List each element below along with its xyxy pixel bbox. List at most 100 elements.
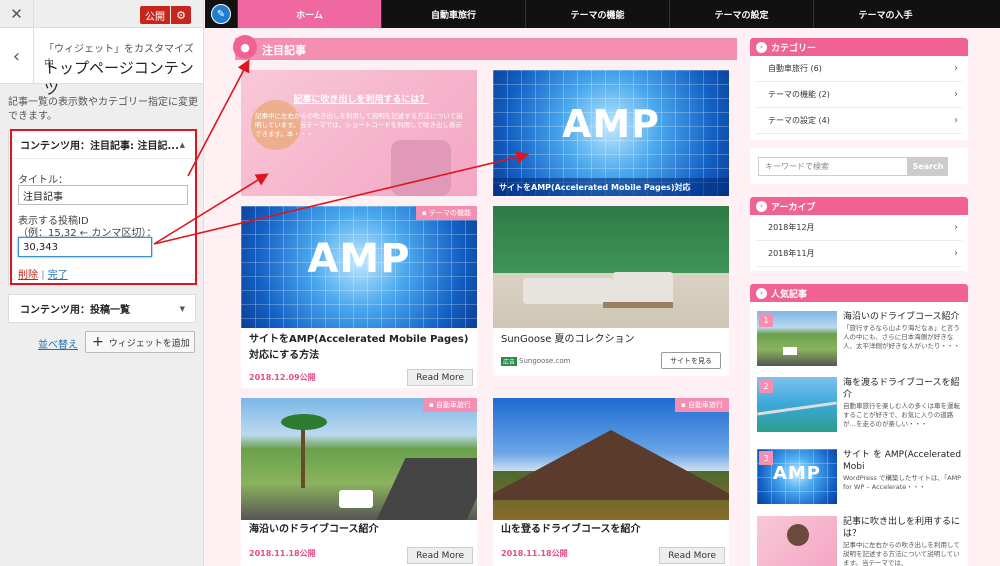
card-title[interactable]: 山を登るドライブコースを紹介 bbox=[501, 522, 641, 538]
popular-item[interactable]: 記事に吹き出しを利用するには？ 記事中に左右からの吹き出しを利用して説明を記述す… bbox=[757, 516, 962, 566]
customizer-panel: ✕ 公開 ⚙ ‹ 「ウィジェット」をカスタマイズ中 トップページコンテンツ 記事… bbox=[0, 0, 204, 566]
category-badge[interactable]: ▪ 自動車旅行 bbox=[423, 398, 477, 412]
site-logo[interactable]: ✎ bbox=[205, 0, 237, 28]
card-title[interactable]: 海沿いのドライブコース紹介 bbox=[249, 522, 379, 538]
archive-item[interactable]: 2018年11月 › bbox=[756, 241, 962, 267]
arrow-circle-icon: › bbox=[756, 287, 767, 299]
archive-label: 2018年12月 bbox=[768, 223, 815, 232]
popular-title: サイト を AMP(Accelerated Mobi bbox=[843, 450, 962, 472]
card-image: 記事に吹き出しを利用するには？ 記事中に左右からの吹き出しを利用して説明を記述す… bbox=[241, 70, 477, 196]
widget-title-bar: › カテゴリー bbox=[750, 38, 968, 56]
section-title: 注目記事 bbox=[262, 44, 306, 57]
section-title-bar: ● 注目記事 bbox=[233, 35, 737, 60]
amp-logo-text: AMP bbox=[561, 102, 661, 146]
ad-tag: 広告 bbox=[501, 357, 518, 366]
card-date: 2018.11.18公開 bbox=[501, 549, 568, 558]
chevron-right-icon: › bbox=[954, 115, 958, 126]
close-icon[interactable]: ✕ bbox=[0, 0, 34, 28]
card-date: 2018.12.09公開 bbox=[249, 373, 316, 382]
card-image bbox=[241, 398, 477, 520]
badge-label: テーマの機能 bbox=[429, 209, 471, 217]
nav-item-theme-features[interactable]: テーマの機能 bbox=[525, 0, 669, 28]
post-card-mountain[interactable]: ▪ 自動車旅行 山を登るドライブコースを紹介 2018.11.18公開 Read… bbox=[493, 398, 729, 566]
archive-widget: › アーカイブ 2018年12月 › 2018年11月 › bbox=[750, 197, 968, 271]
folder-icon: ▪ bbox=[422, 209, 429, 217]
category-badge[interactable]: ▪ テーマの機能 bbox=[416, 206, 477, 220]
featured-card-amp[interactable]: AMP サイトをAMP(Accelerated Mobile Pages)対応 bbox=[493, 70, 729, 196]
rank-badge: 3 bbox=[759, 451, 773, 465]
read-more-button[interactable]: Read More bbox=[659, 547, 725, 564]
card-date: 2018.11.18公開 bbox=[249, 549, 316, 558]
popular-thumb bbox=[757, 516, 837, 566]
category-label: 自動車旅行 (6) bbox=[768, 64, 822, 73]
back-arrow-icon[interactable]: ‹ bbox=[0, 28, 34, 84]
badge-label: 自動車旅行 bbox=[688, 401, 723, 409]
nav-item-get-theme[interactable]: テーマの入手 bbox=[813, 0, 957, 28]
card-image-title: 記事に吹き出しを利用するには？ bbox=[293, 95, 429, 105]
nav-item-home[interactable]: ホーム bbox=[237, 0, 381, 28]
read-more-button[interactable]: Read More bbox=[407, 369, 473, 386]
widget-title: 人気記事 bbox=[771, 289, 808, 300]
featured-card-bubble[interactable]: 記事に吹き出しを利用するには？ 記事中に左右からの吹き出しを利用して説明を記述す… bbox=[241, 70, 477, 196]
site-preview: ✎ ホーム 自動車旅行 テーマの機能 テーマの設定 テーマの入手 ● 注目記事 … bbox=[205, 0, 1000, 566]
chevron-right-icon: › bbox=[954, 248, 958, 259]
search-button[interactable]: Search bbox=[908, 157, 948, 176]
ad-cta-button[interactable]: サイトを見る bbox=[661, 352, 721, 369]
archive-item[interactable]: 2018年12月 › bbox=[756, 215, 962, 241]
pencil-icon: ✎ bbox=[211, 4, 231, 24]
popular-desc: 「旅行するなら山より海だなぁ」と言う人の中にも、さらに日本海側が好きな人、太平洋… bbox=[843, 324, 960, 350]
rank-badge: 1 bbox=[759, 313, 773, 327]
category-item[interactable]: 自動車旅行 (6) › bbox=[756, 56, 962, 82]
category-label: テーマの設定 (4) bbox=[768, 116, 830, 125]
popular-item[interactable]: 2 海を渡るドライブコースを紹介 自動車旅行を楽しむ人の多くは車を運転することが… bbox=[757, 377, 962, 435]
folder-icon: ▪ bbox=[429, 401, 436, 409]
category-badge[interactable]: ▪ 自動車旅行 bbox=[675, 398, 729, 412]
publish-button[interactable]: 公開 bbox=[140, 6, 170, 24]
card-image: AMP bbox=[241, 206, 477, 328]
card-overlay-caption: サイトをAMP(Accelerated Mobile Pages)対応 bbox=[493, 178, 729, 196]
ad-card[interactable]: SunGoose 夏のコレクション 広告 Sungoose.com サイトを見る bbox=[493, 206, 729, 376]
popular-item[interactable]: AMP 3 サイト を AMP(Accelerated Mobi WordPre… bbox=[757, 449, 962, 507]
gear-icon[interactable]: ⚙ bbox=[171, 6, 191, 24]
category-label: テーマの機能 (2) bbox=[768, 90, 830, 99]
popular-title: 記事に吹き出しを利用するには？ bbox=[843, 517, 961, 539]
rank-badge: 2 bbox=[759, 379, 773, 393]
nav-item-car-travel[interactable]: 自動車旅行 bbox=[381, 0, 525, 28]
reorder-link[interactable]: 並べ替え bbox=[38, 336, 78, 351]
widget-title-bar: › アーカイブ bbox=[750, 197, 968, 215]
arrow-circle-icon: › bbox=[756, 41, 767, 53]
post-card-amp[interactable]: AMP ▪ テーマの機能 サイトをAMP(Accelerated Mobile … bbox=[241, 206, 477, 388]
card-title[interactable]: サイトをAMP(Accelerated Mobile Pages)対応にする方法 bbox=[249, 332, 471, 364]
category-item[interactable]: テーマの機能 (2) › bbox=[756, 82, 962, 108]
post-card-coast[interactable]: ▪ 自動車旅行 海沿いのドライブコース紹介 2018.11.18公開 Read … bbox=[241, 398, 477, 566]
popular-title: 海沿いのドライブコース紹介 bbox=[843, 312, 960, 322]
customizer-header: ‹ 「ウィジェット」をカスタマイズ中 トップページコンテンツ bbox=[0, 28, 203, 98]
read-more-button[interactable]: Read More bbox=[407, 547, 473, 564]
ad-image bbox=[493, 206, 729, 328]
widget-title: アーカイブ bbox=[771, 202, 816, 213]
popular-title: 海を渡るドライブコースを紹介 bbox=[843, 378, 960, 400]
search-input[interactable]: キーワードで検索 bbox=[758, 157, 908, 176]
popular-desc: WordPress で構築したサイトは、「AMP for WP – Accele… bbox=[843, 474, 962, 491]
chevron-right-icon: › bbox=[954, 222, 958, 233]
add-widget-button[interactable]: + ウィジェットを追加 bbox=[85, 331, 195, 353]
categories-widget: › カテゴリー 自動車旅行 (6) › テーマの機能 (2) › テーマの設定 (4)… bbox=[750, 38, 968, 140]
panel-title: トップページコンテンツ bbox=[44, 59, 194, 98]
badge-label: 自動車旅行 bbox=[436, 401, 471, 409]
add-widget-label: ウィジェットを追加 bbox=[108, 338, 190, 349]
card-image bbox=[493, 398, 729, 520]
nav-item-theme-settings[interactable]: テーマの設定 bbox=[669, 0, 813, 28]
widget-post-list[interactable]: コンテンツ用：投稿一覧 ▼ bbox=[8, 294, 196, 323]
expand-arrow-icon[interactable]: ▼ bbox=[180, 305, 185, 313]
card-image: AMP サイトをAMP(Accelerated Mobile Pages)対応 bbox=[493, 70, 729, 196]
archive-label: 2018年11月 bbox=[768, 249, 815, 258]
chevron-right-icon: › bbox=[954, 89, 958, 100]
popular-item[interactable]: 1 海沿いのドライブコース紹介 「旅行するなら山より海だなぁ」と言う人の中にも、… bbox=[757, 311, 962, 369]
chevron-right-icon: › bbox=[954, 63, 958, 74]
widget-title: カテゴリー bbox=[771, 43, 817, 54]
ad-domain: Sungoose.com bbox=[519, 357, 571, 365]
category-item[interactable]: テーマの設定 (4) › bbox=[756, 108, 962, 134]
popular-desc: 自動車旅行を楽しむ人の多くは車を運転することが好きで、お気に入りの道路が…を走る… bbox=[843, 402, 960, 428]
ad-title[interactable]: SunGoose 夏のコレクション bbox=[501, 332, 635, 348]
customizer-topbar: ✕ 公開 ⚙ bbox=[0, 0, 203, 28]
